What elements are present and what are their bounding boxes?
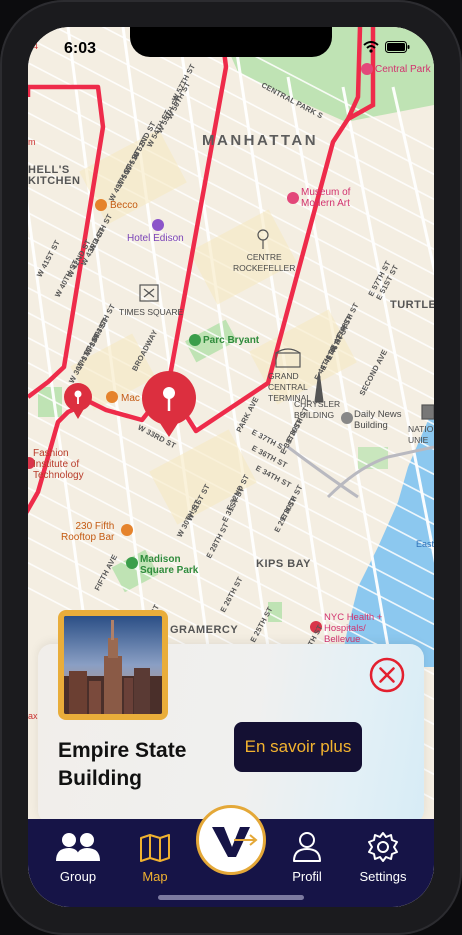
- poi-icon-hotel: [152, 219, 164, 231]
- phone-frame: MANHATTAN HELL'S KITCHEN Central Park CE…: [0, 0, 462, 935]
- tab-bar: Group Map Profil Settings: [28, 805, 434, 907]
- home-logo-button[interactable]: [196, 805, 266, 875]
- tab-settings[interactable]: Settings: [348, 827, 418, 884]
- status-icons: [363, 41, 410, 53]
- tab-group[interactable]: Group: [43, 827, 113, 884]
- map-label-gramercy: GRAMERCY: [170, 624, 239, 636]
- tab-map-label: Map: [142, 869, 168, 884]
- map-label-macy: Mac: [121, 393, 140, 404]
- map-label-manhattan: MANHATTAN: [202, 132, 319, 149]
- map-label-230-fifth: 230 Fifth Rooftop Bar: [61, 521, 115, 543]
- tab-settings-label: Settings: [359, 869, 407, 884]
- learn-more-button[interactable]: En savoir plus: [234, 722, 362, 772]
- home-indicator: [158, 895, 304, 900]
- map-label-ax: ax: [28, 711, 38, 721]
- map-label-turtle: TURTLE: [390, 299, 434, 311]
- map-label-east: East: [416, 539, 434, 549]
- place-title: Empire State Building: [58, 739, 187, 790]
- close-icon: [369, 657, 405, 693]
- map-label-54: 54: [28, 41, 39, 51]
- poi-icon-daily-news: [341, 412, 353, 424]
- notch: [130, 27, 332, 57]
- map-label-m: m: [28, 137, 36, 147]
- place-card[interactable]: Empire State Building En savoir plus: [38, 610, 424, 824]
- tab-profil[interactable]: Profil: [272, 827, 342, 884]
- poi-icon-fifth: [121, 524, 133, 536]
- poi-icon-parc-bryant: [189, 334, 201, 346]
- user-icon: [293, 832, 321, 862]
- tab-profil-label: Profil: [292, 869, 322, 884]
- poi-icon-macy: [106, 391, 118, 403]
- map-label-central-park: Central Park: [375, 64, 431, 75]
- map-label-fashion: Fashion Institute of Technology: [33, 448, 84, 481]
- poi-icon-central-park: [361, 63, 373, 75]
- close-button[interactable]: [369, 657, 405, 693]
- wifi-icon: [363, 41, 379, 53]
- tab-group-label: Group: [59, 869, 97, 884]
- map-label-nations: NATIO UNIE: [408, 424, 434, 445]
- map-label-madison: Madison Square Park: [140, 554, 199, 576]
- map-label-kips-bay: KIPS BAY: [256, 558, 311, 570]
- map-label-rockefeller: CENTRE ROCKEFELLER: [233, 252, 296, 273]
- map-label-hells-kitchen: HELL'S KITCHEN: [28, 164, 81, 187]
- logo-icon: [212, 827, 258, 857]
- poi-icon-madison: [126, 557, 138, 569]
- map-label-hotel-edison: Hotel Edison: [127, 233, 184, 244]
- map-label-parc-bryant: Parc Bryant: [203, 335, 260, 346]
- gear-icon: [368, 832, 398, 862]
- map-label-museum: Museum of Modern Art: [301, 187, 351, 209]
- map-label-nyc-health: NYC Health + Hospitals/ Bellevue: [324, 612, 383, 645]
- status-time: 6:03: [64, 40, 97, 57]
- place-thumbnail: [58, 610, 168, 720]
- tab-map[interactable]: Map: [120, 827, 190, 884]
- screen: MANHATTAN HELL'S KITCHEN Central Park CE…: [28, 27, 434, 907]
- map-label-daily-news: Daily News Building: [354, 409, 402, 431]
- group-icon: [56, 833, 100, 861]
- map-icon: [140, 834, 170, 862]
- poi-icon-becco: [95, 199, 107, 211]
- poi-icon-museum: [287, 192, 299, 204]
- map-label-times-square: TIMES SQUARE: [119, 307, 184, 317]
- empire-state-image: [64, 616, 162, 714]
- battery-icon: [385, 41, 410, 53]
